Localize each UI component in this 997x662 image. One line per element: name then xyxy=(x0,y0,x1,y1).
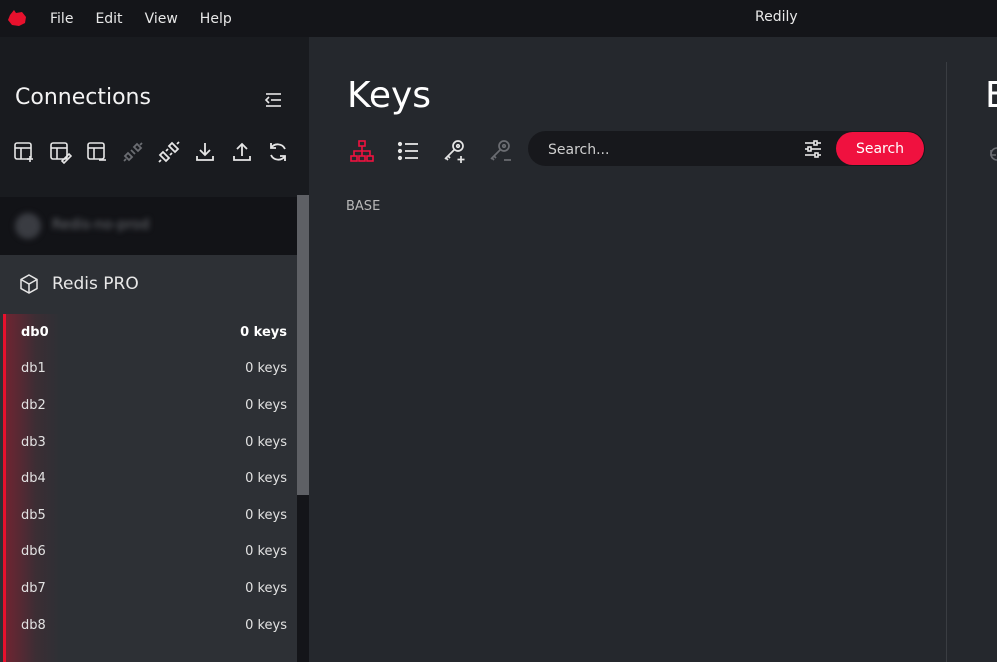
database-key-count: 0 keys xyxy=(245,397,287,413)
title-bar: File Edit View Help Redily xyxy=(0,0,997,37)
database-name: db0 xyxy=(21,324,49,340)
connect-icon[interactable] xyxy=(157,140,181,164)
database-item-db2[interactable]: db2 0 keys xyxy=(6,387,300,424)
page-title: Keys xyxy=(347,75,432,116)
list-view-icon[interactable] xyxy=(395,137,423,165)
active-connection-panel: Redis PRO db0 0 keys db1 0 keys db2 0 ke… xyxy=(0,255,300,662)
database-name: db2 xyxy=(21,397,46,413)
refresh-icon[interactable] xyxy=(266,140,290,164)
connections-sidebar: Connections Redis-no-prod Redis PRO db0 … xyxy=(0,37,309,662)
add-key-icon[interactable] xyxy=(441,137,469,165)
database-item-db6[interactable]: db6 0 keys xyxy=(6,534,300,571)
window-title: Redily xyxy=(755,9,798,25)
search-input[interactable] xyxy=(546,138,790,162)
database-key-count: 0 keys xyxy=(245,617,287,633)
remove-connection-icon[interactable] xyxy=(85,140,109,164)
connections-toolbar xyxy=(12,140,302,165)
database-key-count: 0 keys xyxy=(240,324,287,340)
database-key-count: 0 keys xyxy=(245,361,287,377)
database-name: db4 xyxy=(21,471,46,487)
filter-settings-icon[interactable] xyxy=(802,138,824,160)
menu-file[interactable]: File xyxy=(50,11,73,27)
panel-divider xyxy=(946,62,947,662)
database-item-db7[interactable]: db7 0 keys xyxy=(6,570,300,607)
database-item-db0[interactable]: db0 0 keys xyxy=(6,314,300,351)
search-button[interactable]: Search xyxy=(836,132,924,165)
database-name: db5 xyxy=(21,507,46,523)
database-name: db1 xyxy=(21,361,46,377)
tree-root-label: BASE xyxy=(346,199,381,214)
database-item-db8[interactable]: db8 0 keys xyxy=(6,607,300,644)
menu-edit[interactable]: Edit xyxy=(95,11,122,27)
import-icon[interactable] xyxy=(193,140,217,164)
database-name: db6 xyxy=(21,544,46,560)
database-item-db5[interactable]: db5 0 keys xyxy=(6,497,300,534)
edit-connection-icon[interactable] xyxy=(48,140,73,165)
keys-panel: Keys Search BASE E xyxy=(309,37,997,662)
database-key-count: 0 keys xyxy=(245,434,287,450)
connection-name: Redis PRO xyxy=(52,274,139,294)
database-list: db0 0 keys db1 0 keys db2 0 keys db3 0 k… xyxy=(3,314,300,662)
database-name: db8 xyxy=(21,617,46,633)
database-key-count: 0 keys xyxy=(245,580,287,596)
database-item-db4[interactable]: db4 0 keys xyxy=(6,460,300,497)
sidebar-title: Connections xyxy=(15,85,151,110)
connection-item-blurred[interactable]: Redis-no-prod xyxy=(0,197,297,255)
new-connection-icon[interactable] xyxy=(12,140,36,164)
database-name: db3 xyxy=(21,434,46,450)
menu-bar: File Edit View Help xyxy=(50,0,254,37)
connection-avatar xyxy=(15,213,41,239)
active-connection-header[interactable]: Redis PRO xyxy=(18,273,139,295)
database-key-count: 0 keys xyxy=(245,471,287,487)
database-item-db1[interactable]: db1 0 keys xyxy=(6,351,300,388)
connection-name-blurred: Redis-no-prod xyxy=(52,217,150,233)
database-name: db7 xyxy=(21,580,46,596)
menu-help[interactable]: Help xyxy=(200,11,232,27)
database-item-db3[interactable]: db3 0 keys xyxy=(6,424,300,461)
cube-icon xyxy=(20,274,38,294)
undo-icon[interactable] xyxy=(987,144,997,164)
database-key-count: 0 keys xyxy=(245,544,287,560)
sidebar-scrollbar-thumb[interactable] xyxy=(297,195,309,495)
disconnect-icon[interactable] xyxy=(121,140,145,164)
export-icon[interactable] xyxy=(230,140,254,164)
right-panel-title: E xyxy=(985,75,997,116)
menu-view[interactable]: View xyxy=(145,11,178,27)
collapse-sidebar-icon[interactable] xyxy=(262,89,284,111)
remove-key-icon[interactable] xyxy=(487,137,515,165)
tree-view-icon[interactable] xyxy=(348,137,376,165)
search-bar: Search xyxy=(528,131,925,166)
app-logo-icon xyxy=(8,10,26,26)
database-key-count: 0 keys xyxy=(245,507,287,523)
